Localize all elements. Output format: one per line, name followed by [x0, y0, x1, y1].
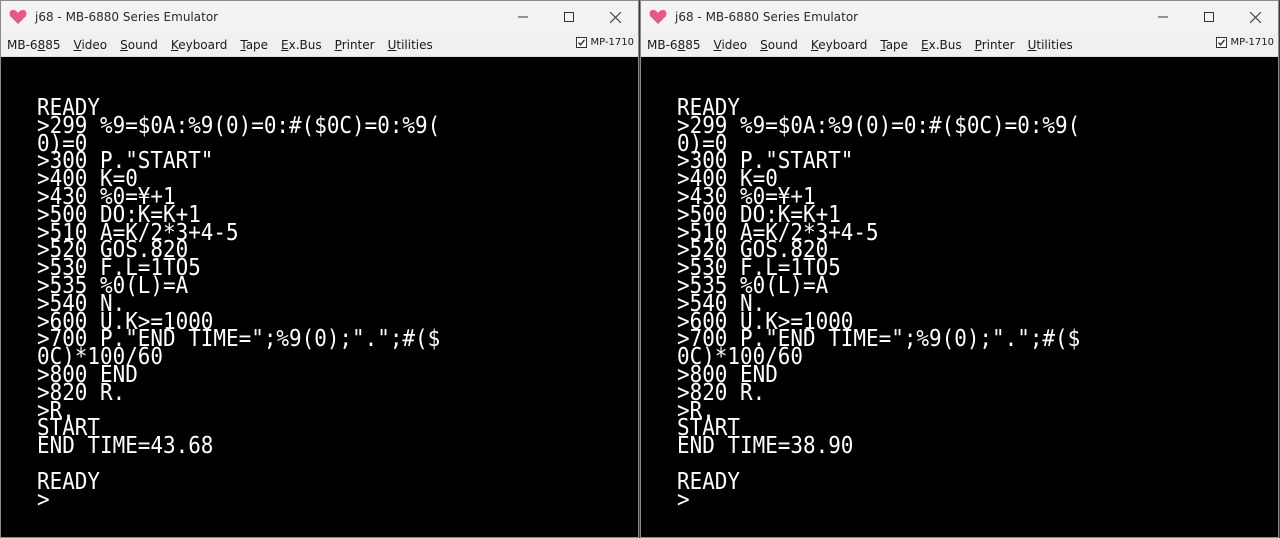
menu-printer[interactable]: Printer: [975, 38, 1015, 52]
menu-label-accel: S: [760, 37, 768, 52]
close-icon: [1249, 11, 1261, 23]
mp1710-label: MP-1710: [1230, 37, 1275, 48]
menu-keyboard[interactable]: Keyboard: [171, 38, 227, 52]
emulator-window-left[interactable]: j68 - MB-6880 Series Emulator MB-6885 Vi…: [0, 0, 639, 538]
window-controls: [500, 1, 638, 33]
title-bar[interactable]: j68 - MB-6880 Series Emulator: [641, 1, 1278, 33]
screen-line: READY: [37, 468, 101, 495]
screen-line: >: [37, 486, 50, 513]
menu-label-accel: E: [281, 37, 289, 52]
menu-label-part: eyboard: [178, 37, 228, 52]
window-title: j68 - MB-6880 Series Emulator: [35, 10, 219, 24]
screen-line: >299 %9=$0A:%9(0)=0:#($0C)=0:%9(: [37, 112, 441, 139]
screen-line: >299 %9=$0A:%9(0)=0:#($0C)=0:%9(: [677, 112, 1081, 139]
checkmark-icon: [1217, 39, 1225, 46]
menu-bar: MB-6885 Video Sound Keyboard Tape Ex.Bus…: [1, 33, 638, 57]
screen-line: >820 R.: [677, 379, 766, 406]
menu-utilities[interactable]: Utilities: [388, 38, 433, 52]
emulator-window-right[interactable]: j68 - MB-6880 Series Emulator MB-6885 Vi…: [640, 0, 1279, 538]
window-controls: [1140, 1, 1278, 33]
screen-line: END TIME=38.90: [677, 433, 854, 460]
menu-label-part: tilities: [396, 37, 433, 52]
menu-sound[interactable]: Sound: [760, 38, 798, 52]
title-bar[interactable]: j68 - MB-6880 Series Emulator: [1, 1, 638, 33]
screen-text: READY >299 %9=$0A:%9(0)=0:#($0C)=0:%9( 0…: [677, 97, 1120, 513]
menu-label-part: ideo: [81, 37, 108, 52]
mp1710-toggle[interactable]: MP-1710: [1215, 37, 1275, 48]
minimize-button[interactable]: [1140, 1, 1186, 33]
menu-label-part: x.Bus: [928, 37, 962, 52]
screen-text: READY >299 %9=$0A:%9(0)=0:#($0C)=0:%9( 0…: [37, 97, 480, 513]
pink-heart-icon[interactable]: [649, 9, 667, 25]
menu-tape[interactable]: Tape: [880, 38, 908, 52]
pink-heart-icon[interactable]: [9, 9, 27, 25]
menu-utilities[interactable]: Utilities: [1028, 38, 1073, 52]
maximize-button[interactable]: [546, 1, 592, 33]
maximize-icon: [564, 12, 574, 22]
menu-label-part: ape: [885, 37, 909, 52]
menu-label-part: rinter: [341, 37, 375, 52]
menu-label-part: ound: [127, 37, 158, 52]
mp1710-label: MP-1710: [590, 37, 635, 48]
screen-line: READY: [677, 468, 741, 495]
window-title: j68 - MB-6880 Series Emulator: [675, 10, 859, 24]
menu-label-part: rinter: [981, 37, 1015, 52]
menu-sound[interactable]: Sound: [120, 38, 158, 52]
screen-line: >: [677, 486, 690, 513]
menu-label-part: tilities: [1036, 37, 1073, 52]
menu-printer[interactable]: Printer: [335, 38, 375, 52]
screen-line: >820 R.: [37, 379, 126, 406]
menu-keyboard[interactable]: Keyboard: [811, 38, 867, 52]
menu-label-accel: P: [334, 37, 342, 52]
menu-label-accel: S: [120, 37, 128, 52]
menu-tape[interactable]: Tape: [240, 38, 268, 52]
close-button[interactable]: [1232, 1, 1278, 33]
screen-line: END TIME=43.68: [37, 433, 214, 460]
menu-label-accel: P: [974, 37, 982, 52]
menu-label-part: 85: [45, 37, 61, 52]
menu-label-part: MB-6: [647, 37, 678, 52]
menu-label-part: eyboard: [818, 37, 868, 52]
mp1710-toggle[interactable]: MP-1710: [575, 37, 635, 48]
menu-video[interactable]: Video: [73, 38, 107, 52]
menu-label-part: ape: [245, 37, 269, 52]
emulator-screen[interactable]: READY >299 %9=$0A:%9(0)=0:#($0C)=0:%9( 0…: [1, 58, 638, 537]
menu-mb6885[interactable]: MB-6885: [647, 38, 700, 52]
menu-label-part: ound: [767, 37, 798, 52]
desktop: j68 - MB-6880 Series Emulator MB-6885 Vi…: [0, 0, 1280, 538]
menu-video[interactable]: Video: [713, 38, 747, 52]
menu-label-accel: E: [921, 37, 929, 52]
menu-label-part: MB-6: [7, 37, 38, 52]
maximize-icon: [1204, 12, 1214, 22]
checkmark-icon: [577, 39, 585, 46]
emulator-screen[interactable]: READY >299 %9=$0A:%9(0)=0:#($0C)=0:%9( 0…: [641, 58, 1278, 537]
menu-exbus[interactable]: Ex.Bus: [921, 38, 962, 52]
menu-label-part: 85: [685, 37, 701, 52]
menu-mb6885[interactable]: MB-6885: [7, 38, 60, 52]
menu-label-part: ideo: [721, 37, 748, 52]
mp1710-checkbox[interactable]: [1215, 37, 1227, 48]
minimize-icon: [1158, 16, 1168, 18]
mp1710-checkbox[interactable]: [575, 37, 587, 48]
menu-bar: MB-6885 Video Sound Keyboard Tape Ex.Bus…: [641, 33, 1278, 57]
menu-exbus[interactable]: Ex.Bus: [281, 38, 322, 52]
minimize-button[interactable]: [500, 1, 546, 33]
close-button[interactable]: [592, 1, 638, 33]
maximize-button[interactable]: [1186, 1, 1232, 33]
close-icon: [609, 11, 621, 23]
minimize-icon: [518, 16, 528, 18]
menu-label-part: x.Bus: [288, 37, 322, 52]
